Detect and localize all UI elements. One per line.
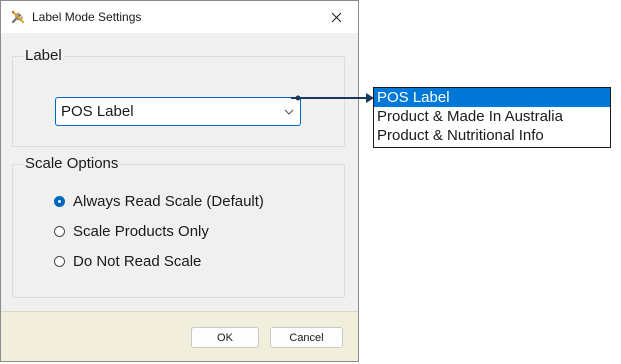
connector-dot (295, 95, 301, 101)
dropdown-item-pos-label[interactable]: POS Label (374, 88, 610, 107)
dropdown-list-callout: POS Label Product & Made In Australia Pr… (373, 87, 611, 148)
callout-connector (291, 93, 374, 103)
dropdown-item-made-in-australia[interactable]: Product & Made In Australia (374, 107, 610, 126)
dropdown-item-nutritional-info[interactable]: Product & Nutritional Info (374, 126, 610, 145)
